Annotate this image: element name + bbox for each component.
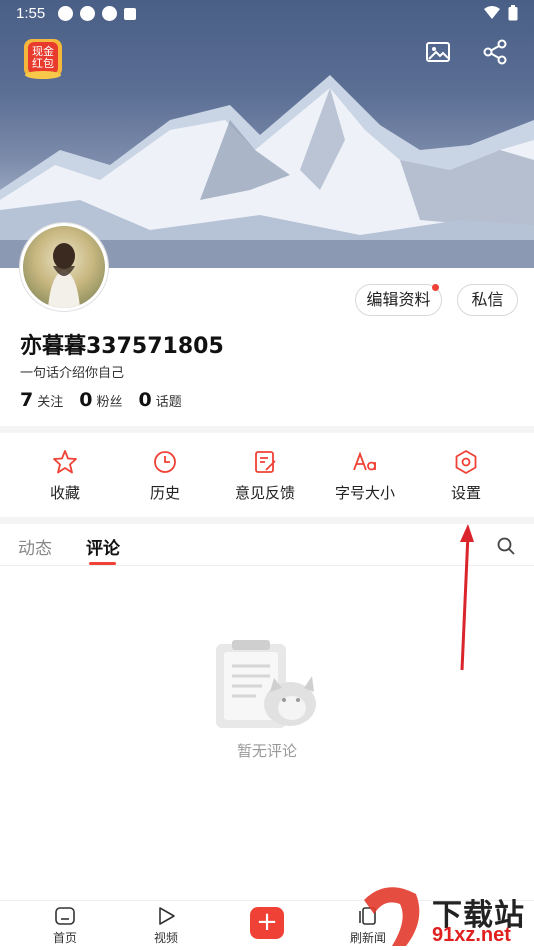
home-icon (55, 907, 75, 925)
battery-icon (508, 5, 518, 21)
cash-red-packet-icon[interactable]: 现金 红包 (20, 36, 66, 80)
favorites-label: 收藏 (49, 484, 80, 502)
wifi-icon (484, 6, 500, 19)
status-notification-icons (58, 6, 136, 21)
font-size-label: 字号大小 (334, 484, 395, 502)
notification-dot (432, 284, 439, 291)
stat-number: 7 (20, 389, 34, 411)
edit-profile-button[interactable]: 编辑资料 (355, 284, 442, 316)
red-packet-line1: 现金 (32, 44, 54, 58)
notification-icon (80, 6, 95, 21)
quick-actions: 收藏 历史 意见反馈 字号大小 设置 (0, 440, 534, 518)
notification-icon (102, 6, 117, 21)
private-message-button[interactable]: 私信 (457, 284, 518, 316)
publish-plus-button[interactable]: + (250, 907, 284, 939)
nav-home-label: 首页 (52, 931, 77, 945)
avatar[interactable] (20, 223, 108, 311)
stat-followers[interactable]: 0 粉丝 (79, 389, 122, 411)
stat-number: 0 (79, 389, 93, 411)
play-icon (159, 907, 175, 925)
bio-text[interactable]: 一句话介绍你自己 (20, 362, 124, 381)
private-message-label: 私信 (471, 290, 504, 309)
feedback-icon (255, 451, 276, 473)
tab-posts[interactable]: 动态 (18, 534, 52, 559)
notification-icon (124, 8, 136, 20)
nav-home[interactable]: 首页 (35, 905, 95, 946)
annotation-arrow (460, 524, 474, 671)
edit-profile-label: 编辑资料 (366, 290, 431, 309)
share-icon[interactable] (481, 38, 509, 66)
favorites-button[interactable]: 收藏 (15, 448, 115, 503)
nav-video-label: 视频 (153, 931, 178, 945)
star-icon (53, 450, 77, 474)
avatar-image (48, 243, 80, 308)
settings-icon (455, 450, 477, 474)
empty-state-text: 暂无评论 (236, 742, 297, 760)
font-size-icon (353, 451, 376, 471)
nav-video[interactable]: 视频 (136, 905, 196, 946)
section-divider (0, 426, 534, 433)
stat-topics[interactable]: 0 话题 (139, 389, 182, 411)
stat-label: 话题 (155, 395, 182, 410)
stat-following[interactable]: 7 关注 (20, 389, 63, 411)
status-right-icons (484, 5, 518, 21)
image-icon[interactable] (424, 38, 452, 66)
font-size-button[interactable]: 字号大小 (315, 448, 415, 503)
stat-label: 关注 (37, 395, 64, 410)
username: 亦暮暮337571805 (20, 334, 224, 359)
notification-icon (58, 6, 73, 21)
watermark-domain: 91xz.net (432, 924, 511, 946)
stat-number: 0 (138, 389, 152, 411)
stat-label: 粉丝 (96, 395, 123, 410)
clock-icon (154, 451, 176, 473)
settings-label: 设置 (450, 484, 481, 502)
empty-comments-illustration (216, 640, 316, 728)
profile-stats: 7 关注 0 粉丝 0 话题 (20, 389, 182, 411)
feedback-label: 意见反馈 (234, 484, 295, 502)
feedback-button[interactable]: 意见反馈 (215, 448, 315, 503)
history-button[interactable]: 历史 (115, 448, 215, 503)
red-packet-line2: 红包 (32, 57, 54, 70)
tab-comments[interactable]: 评论 (86, 534, 120, 559)
settings-button[interactable]: 设置 (416, 448, 516, 503)
active-tab-indicator (89, 562, 116, 565)
status-bar: 1:55 (0, 0, 534, 28)
status-time: 1:55 (16, 5, 46, 22)
history-label: 历史 (149, 484, 180, 502)
search-icon[interactable] (496, 536, 516, 556)
